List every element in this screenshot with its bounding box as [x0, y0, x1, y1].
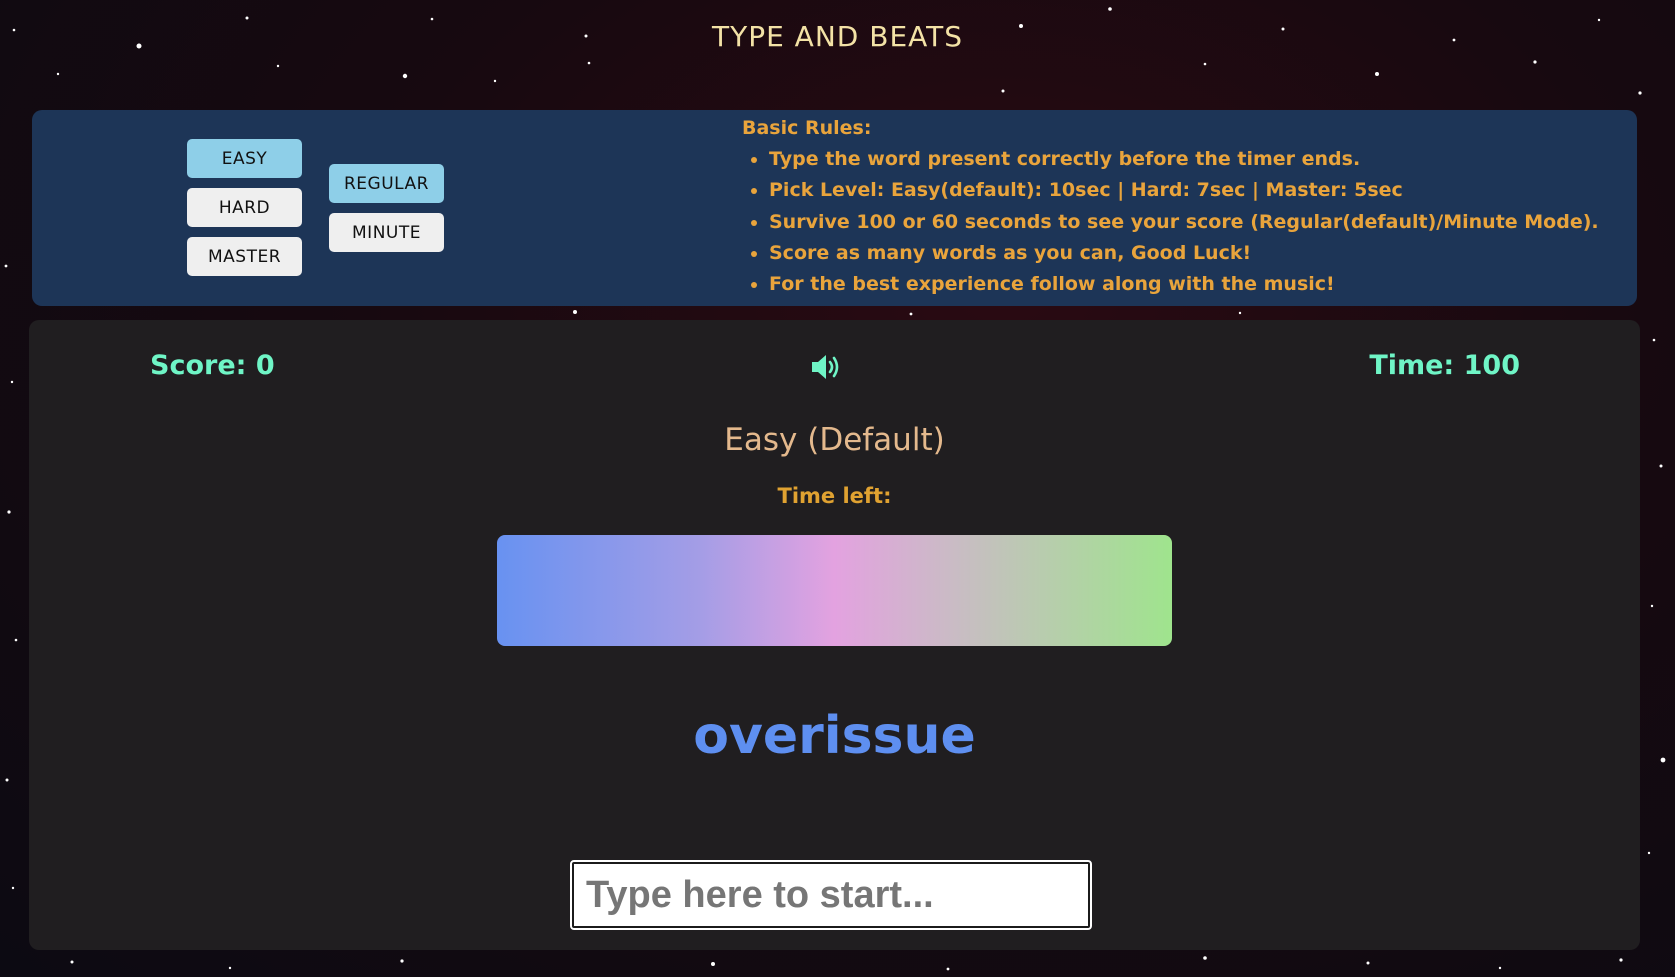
- rules-panel: EASY HARD MASTER REGULAR MINUTE Basic Ru…: [32, 110, 1637, 306]
- rule-item: Survive 100 or 60 seconds to see your sc…: [769, 207, 1599, 238]
- minute-mode-button[interactable]: MINUTE: [329, 213, 444, 252]
- rule-item: Score as many words as you can, Good Luc…: [769, 238, 1599, 269]
- hard-button[interactable]: HARD: [187, 188, 302, 227]
- rules-heading: Basic Rules:: [742, 117, 872, 139]
- rules-list: Type the word present correctly before t…: [742, 144, 1599, 300]
- time-display: Time: 100: [1369, 350, 1520, 381]
- rule-item: Pick Level: Easy(default): 10sec | Hard:…: [769, 175, 1599, 206]
- score-display: Score: 0: [150, 350, 275, 381]
- master-button[interactable]: MASTER: [187, 237, 302, 276]
- timer-progress-fill: [497, 535, 1172, 646]
- mode-heading: Easy (Default): [724, 422, 945, 458]
- easy-button[interactable]: EASY: [187, 139, 302, 178]
- site-title: TYPE AND BEATS: [711, 20, 963, 53]
- volume-on-icon: [812, 355, 839, 379]
- rules-section: Basic Rules: Type the word present corre…: [742, 116, 1599, 300]
- rule-item: Type the word present correctly before t…: [769, 144, 1599, 175]
- game-panel: Score: 0 Time: 100 Easy (Default) Time l…: [29, 320, 1640, 950]
- timer-progress-bar: [497, 535, 1172, 646]
- word-input[interactable]: [570, 860, 1092, 930]
- rule-item: For the best experience follow along wit…: [769, 269, 1599, 300]
- sound-toggle-button[interactable]: [809, 352, 845, 382]
- current-word: overissue: [693, 706, 976, 766]
- regular-mode-button[interactable]: REGULAR: [329, 164, 444, 203]
- time-left-label: Time left:: [777, 484, 892, 508]
